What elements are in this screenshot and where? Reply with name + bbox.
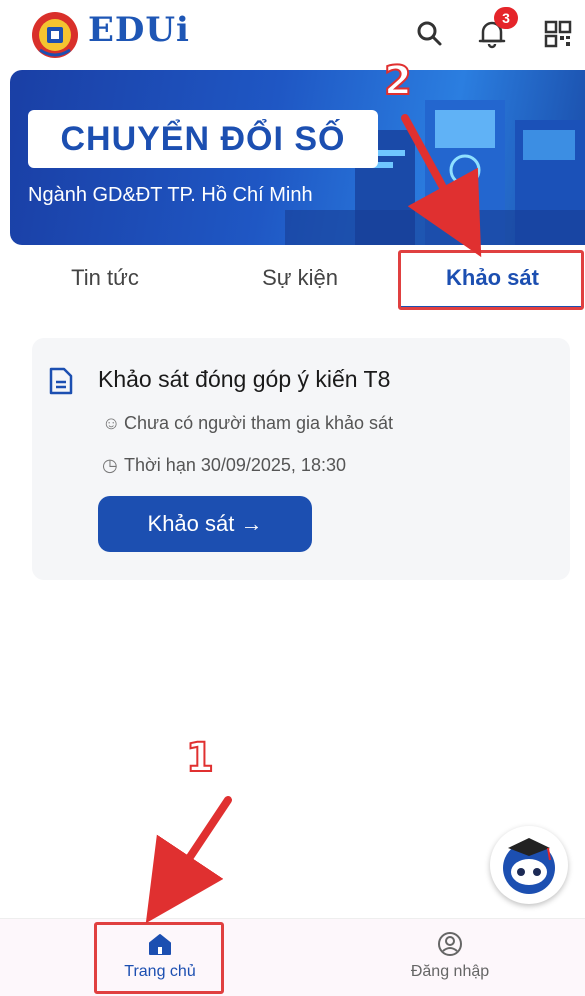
step-1-label: 1 bbox=[185, 734, 215, 782]
banner-title-box: CHUYỂN ĐỔI SỐ bbox=[28, 110, 378, 168]
bottom-nav: Trang chủ Đăng nhập bbox=[0, 918, 585, 996]
participants-text: Chưa có người tham gia khảo sát bbox=[124, 413, 394, 433]
user-circle-icon bbox=[438, 932, 462, 956]
nav-login[interactable]: Đăng nhập bbox=[380, 919, 520, 996]
clock-icon: ◷ bbox=[102, 455, 118, 475]
promo-banner[interactable]: CHUYỂN ĐỔI SỐ Ngành GD&ĐT TP. Hồ Chí Min… bbox=[10, 70, 585, 245]
person-icon: ☺ bbox=[102, 413, 121, 433]
nav-login-label: Đăng nhập bbox=[410, 963, 490, 980]
highlight-box-home bbox=[94, 922, 224, 994]
qr-code-icon[interactable] bbox=[540, 16, 576, 52]
banner-title: CHUYỂN ĐỔI SỐ bbox=[60, 120, 346, 158]
survey-title: Khảo sát đóng góp ý kiến T8 bbox=[98, 366, 391, 392]
banner-subtitle: Ngành GD&ĐT TP. Hồ Chí Minh bbox=[28, 184, 313, 206]
arrow-to-home bbox=[145, 796, 232, 924]
survey-deadline: ◷ Thời hạn 30/09/2025, 18:30 bbox=[102, 455, 346, 476]
chatbot-button[interactable] bbox=[490, 826, 568, 904]
app-brand: EDUi bbox=[88, 10, 190, 50]
search-icon[interactable] bbox=[412, 16, 448, 52]
start-survey-button[interactable]: Khảo sát → bbox=[98, 496, 312, 552]
step-2-label: 2 bbox=[383, 57, 413, 105]
deadline-text: Thời hạn 30/09/2025, 18:30 bbox=[124, 455, 346, 475]
survey-participants: ☺ Chưa có người tham gia khảo sát bbox=[102, 413, 393, 434]
document-icon bbox=[49, 367, 73, 395]
notification-badge: 3 bbox=[494, 7, 518, 29]
app-logo-icon bbox=[32, 12, 78, 58]
highlight-box-survey-tab bbox=[398, 250, 584, 310]
survey-card[interactable]: Khảo sát đóng góp ý kiến T8 ☺ Chưa có ngư… bbox=[32, 338, 570, 580]
tab-events[interactable]: Sự kiện bbox=[225, 248, 375, 308]
app-header: EDUi 3 bbox=[0, 0, 585, 70]
tab-news[interactable]: Tin tức bbox=[30, 248, 180, 308]
chatbot-avatar-icon bbox=[503, 838, 555, 894]
